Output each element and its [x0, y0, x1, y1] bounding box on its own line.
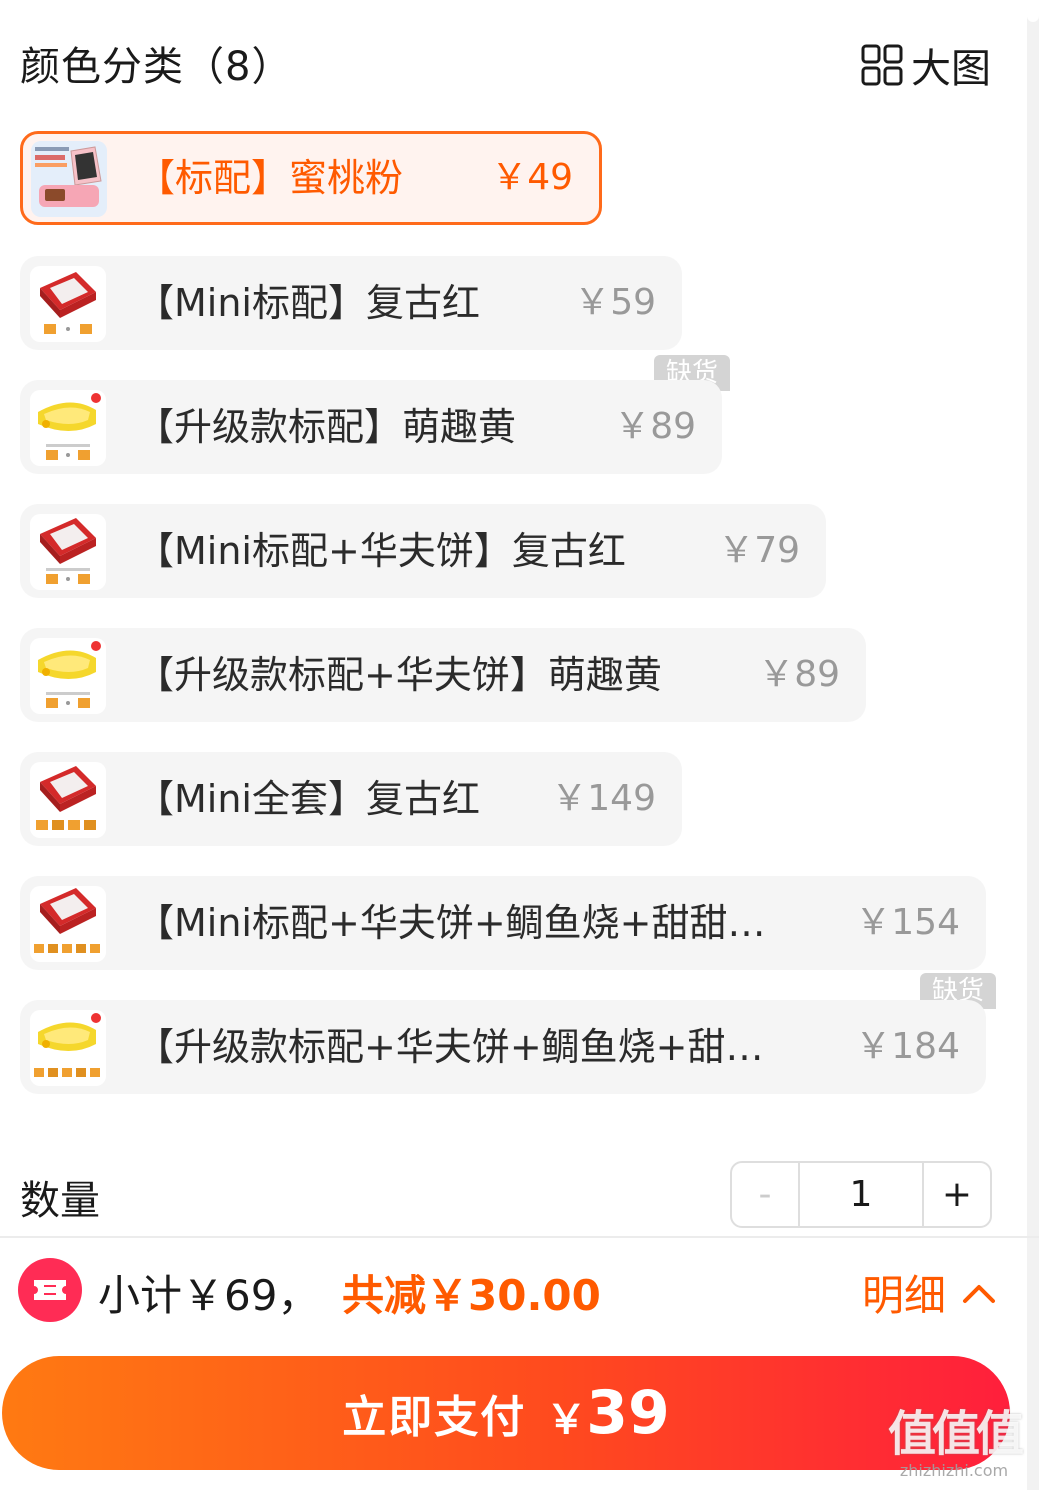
- big-view-label: 大图: [911, 46, 991, 92]
- product-thumbnail: [31, 141, 107, 217]
- sku-option-label: 【Mini标配】复古红: [136, 281, 480, 325]
- sku-option[interactable]: 【升级款标配+华夫饼】萌趣黄 ￥89: [20, 628, 866, 722]
- product-thumbnail: [30, 390, 106, 466]
- sku-option-label: 【升级款标配+华夫饼】萌趣黄: [136, 653, 662, 697]
- pay-currency: ￥: [546, 1397, 587, 1443]
- sku-option-label: 【升级款标配+华夫饼+鲷鱼烧+甜…: [136, 1025, 764, 1069]
- sku-option-label: 【Mini标配+华夫饼】复古红: [136, 529, 626, 573]
- subtotal-text: 小计￥69，: [98, 1271, 320, 1320]
- sku-option[interactable]: 【升级款标配+华夫饼+鲷鱼烧+甜… ￥184: [20, 1000, 986, 1094]
- coupon-icon: [18, 1258, 82, 1322]
- pay-now-button[interactable]: 立即支付 ￥39: [2, 1356, 1010, 1470]
- product-thumbnail: [30, 514, 106, 590]
- sku-option[interactable]: 【Mini标配+华夫饼+鲷鱼烧+甜甜… ￥154: [20, 876, 986, 970]
- quantity-stepper[interactable]: - 1 +: [730, 1161, 992, 1228]
- sku-option-label: 【升级款标配】萌趣黄: [136, 405, 517, 449]
- grid-icon: [861, 44, 903, 86]
- chevron-up-icon: [963, 1284, 996, 1303]
- detail-label: 明细: [862, 1271, 947, 1320]
- product-thumbnail: [30, 762, 106, 838]
- sku-option-selected[interactable]: 【标配】蜜桃粉 ￥49: [20, 131, 602, 225]
- product-thumbnail: [30, 886, 106, 962]
- big-view-toggle[interactable]: 大图: [861, 36, 991, 94]
- sku-header: 颜色分类（8） 大图: [20, 30, 991, 92]
- sku-option-label: 【Mini标配+华夫饼+鲷鱼烧+甜甜…: [136, 901, 766, 945]
- scrollbar-thumb[interactable]: [1027, 0, 1039, 22]
- sku-option[interactable]: 【升级款标配】萌趣黄 ￥89: [20, 380, 722, 474]
- watermark-url: zhizhizhi.com: [899, 1461, 1009, 1480]
- quantity-value[interactable]: 1: [798, 1163, 924, 1226]
- page-title: 颜色分类（8）: [20, 44, 293, 90]
- discount-text: 共减￥30.00: [342, 1271, 601, 1320]
- scrollbar[interactable]: [1027, 0, 1039, 1490]
- quantity-label: 数量: [20, 1178, 100, 1224]
- sku-option-label: 【标配】蜜桃粉: [137, 156, 404, 200]
- watermark: 值值值 zhizhizhi.com: [879, 1406, 1029, 1484]
- sku-option-price: ￥89: [614, 406, 696, 447]
- sku-option-price: ￥89: [758, 654, 840, 695]
- sku-option[interactable]: 【Mini全套】复古红 ￥149: [20, 752, 682, 846]
- sku-option-price: ￥79: [718, 530, 800, 571]
- product-thumbnail: [30, 266, 106, 342]
- pay-now-label: 立即支付: [342, 1392, 527, 1443]
- sku-option-price: ￥149: [551, 778, 656, 819]
- sku-option-price: ￥59: [574, 282, 656, 323]
- sku-option-label: 【Mini全套】复古红: [136, 777, 480, 821]
- decrement-button[interactable]: -: [732, 1163, 798, 1226]
- pay-amount: ￥39: [546, 1378, 670, 1448]
- sku-option[interactable]: 【Mini标配+华夫饼】复古红 ￥79: [20, 504, 826, 598]
- watermark-logo: 值值值: [887, 1406, 1024, 1462]
- increment-button[interactable]: +: [924, 1163, 990, 1226]
- pay-amount-value: 39: [586, 1378, 670, 1448]
- sku-option-price: ￥154: [855, 902, 960, 943]
- footer-divider: [0, 1236, 1039, 1238]
- product-thumbnail: [30, 1010, 106, 1086]
- sku-option-price: ￥184: [855, 1026, 960, 1067]
- product-thumbnail: [30, 638, 106, 714]
- detail-toggle[interactable]: 明细: [862, 1262, 996, 1323]
- sku-option-price: ￥49: [491, 157, 573, 198]
- sku-option[interactable]: 【Mini标配】复古红 ￥59: [20, 256, 682, 350]
